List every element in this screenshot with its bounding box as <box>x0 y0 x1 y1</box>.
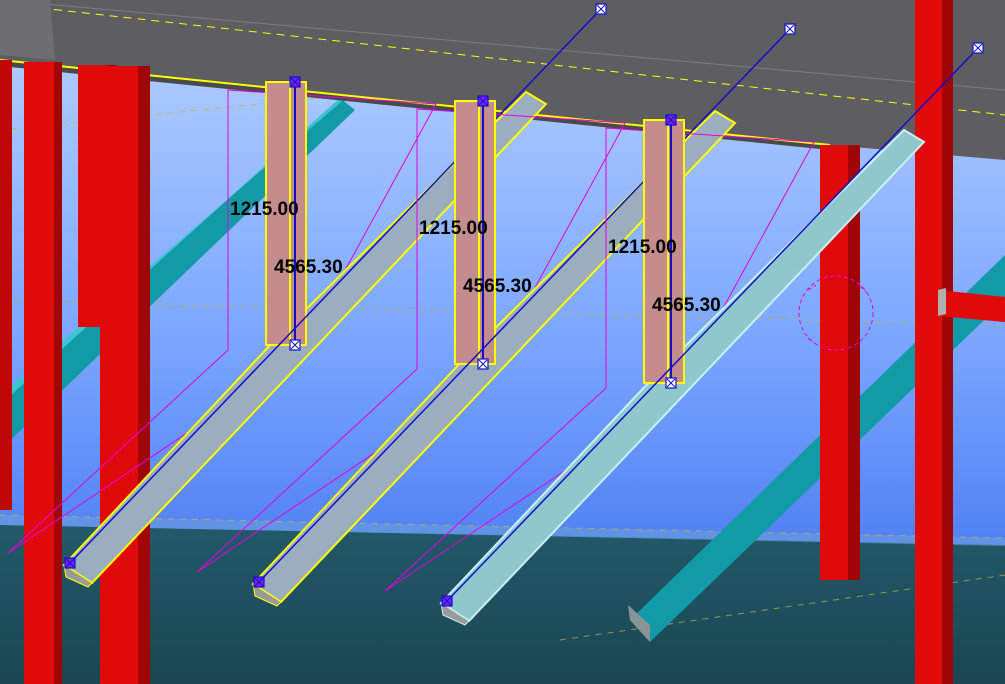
length-dimension-label: 4565.30 <box>463 276 532 297</box>
end-handle[interactable] <box>665 377 677 389</box>
far-handle[interactable] <box>972 42 984 54</box>
far-handle[interactable] <box>595 3 607 15</box>
start-handle[interactable] <box>477 95 489 107</box>
height-dimension-label: 1215.00 <box>608 237 677 258</box>
beam-end-handle[interactable] <box>64 557 76 569</box>
start-handle[interactable] <box>289 76 301 88</box>
column-2[interactable] <box>24 62 62 684</box>
column-4[interactable] <box>100 66 150 684</box>
model-viewport[interactable]: 1215.00 4565.30 1215.00 4565.30 1215.00 4565.… <box>0 0 1005 684</box>
length-dimension-label: 4565.30 <box>274 257 343 278</box>
beam-end-handle[interactable] <box>441 595 453 607</box>
beam-end-handle[interactable] <box>253 576 265 588</box>
start-handle[interactable] <box>665 114 677 126</box>
end-handle[interactable] <box>477 358 489 370</box>
height-dimension-label: 1215.00 <box>230 199 299 220</box>
height-dimension-label: 1215.00 <box>419 218 488 239</box>
column-1[interactable] <box>0 60 12 510</box>
far-handle[interactable] <box>784 23 796 35</box>
model-3d-scene[interactable]: 1215.00 4565.30 1215.00 4565.30 1215.00 4565.… <box>0 0 1005 684</box>
end-handle[interactable] <box>289 339 301 351</box>
column-6[interactable] <box>915 0 953 684</box>
length-dimension-label: 4565.30 <box>652 295 721 316</box>
